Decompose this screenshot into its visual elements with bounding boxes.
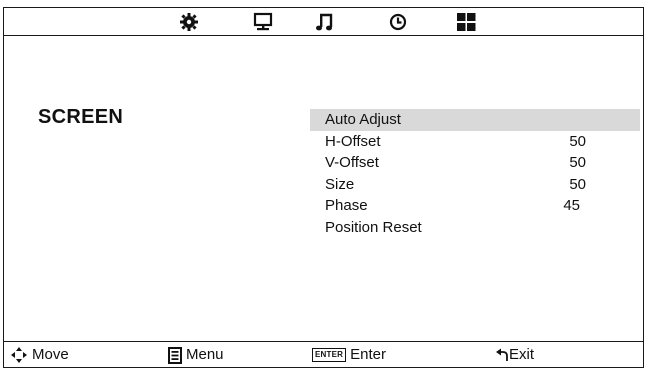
screen-menu: Auto Adjust H-Offset 50 V-Offset 50 Size… xyxy=(310,109,640,238)
menu-item-value: 50 xyxy=(569,175,586,193)
menu-item-label: H-Offset xyxy=(325,132,381,150)
tab-audio[interactable] xyxy=(314,12,336,32)
tab-setup[interactable] xyxy=(455,12,477,32)
tab-picture[interactable] xyxy=(178,12,200,32)
move-hint: Move xyxy=(10,346,69,364)
menu-item-phase[interactable]: Phase 45 xyxy=(310,195,640,217)
menu-item-h-offset[interactable]: H-Offset 50 xyxy=(310,131,640,153)
osd-window: SCREEN Auto Adjust H-Offset 50 V-Offset … xyxy=(3,7,644,368)
tab-time[interactable] xyxy=(387,12,409,32)
page-title: SCREEN xyxy=(38,106,124,128)
gear-icon xyxy=(180,13,198,31)
exit-label: Exit xyxy=(509,346,535,363)
menu-icon xyxy=(168,346,182,364)
menu-item-size[interactable]: Size 50 xyxy=(310,174,640,196)
menu-item-auto-adjust[interactable]: Auto Adjust xyxy=(310,109,640,131)
enter-key-icon: ENTER xyxy=(312,348,347,362)
tab-screen[interactable] xyxy=(252,12,274,32)
exit-hint: Exit xyxy=(495,346,534,364)
menu-item-value: 45 xyxy=(563,197,580,214)
enter-label: Enter xyxy=(350,346,386,363)
enter-hint: ENTER Enter xyxy=(312,346,386,364)
clock-icon xyxy=(389,13,407,31)
monitor-icon xyxy=(253,12,273,31)
menu-item-value: 50 xyxy=(569,132,586,150)
music-note-icon xyxy=(316,13,333,31)
menu-item-label: V-Offset xyxy=(325,154,379,171)
menu-label: Menu xyxy=(186,346,224,363)
return-arrow-icon xyxy=(496,348,508,361)
menu-hint: Menu xyxy=(168,346,224,364)
menu-item-label: Size xyxy=(325,175,355,193)
menu-item-label: Position Reset xyxy=(325,218,422,236)
tab-bar xyxy=(4,8,643,36)
menu-item-value: 50 xyxy=(569,154,586,171)
four-way-arrow-icon xyxy=(11,347,27,363)
hint-bar: Move Menu ENTER Enter Exit xyxy=(4,341,643,367)
menu-item-label: Phase xyxy=(325,197,368,214)
grid-icon xyxy=(457,13,476,31)
menu-item-label: Auto Adjust xyxy=(325,111,401,128)
menu-item-v-offset[interactable]: V-Offset 50 xyxy=(310,152,640,174)
move-label: Move xyxy=(32,346,69,363)
menu-item-position-reset[interactable]: Position Reset xyxy=(310,217,640,239)
